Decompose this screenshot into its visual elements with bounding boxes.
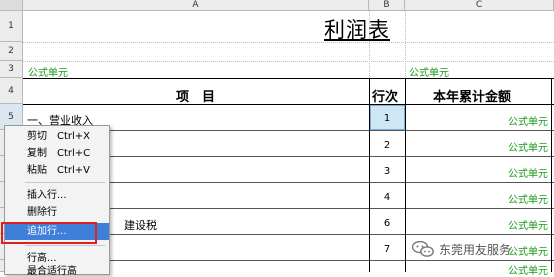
line-number[interactable]: 3: [369, 166, 405, 177]
menu-separator: [25, 245, 105, 246]
row-header-2[interactable]: 2: [0, 42, 23, 61]
highlight-box: [1, 222, 97, 244]
menu-item-delete-row[interactable]: 删除行: [5, 204, 109, 221]
gridline: [23, 42, 554, 43]
formula-cell[interactable]: 公式单元: [405, 139, 548, 154]
menu-item-label: 插入行...: [27, 190, 67, 201]
chat-bubbles-icon: [411, 240, 434, 257]
line-number[interactable]: 7: [369, 244, 405, 255]
header-line-no: 行次: [372, 90, 399, 105]
menu-item-label: 剪切: [27, 131, 47, 142]
line-number[interactable]: 6: [369, 218, 405, 229]
menu-item-paste[interactable]: 粘贴 Ctrl+V: [5, 162, 109, 179]
formula-unit-label-a3[interactable]: 公式单元: [28, 64, 68, 79]
gridline: [23, 61, 554, 62]
watermark: 东莞用友服务: [411, 240, 512, 258]
menu-item-label: 删除行: [27, 207, 57, 218]
menu-item-cut[interactable]: 剪切 Ctrl+X: [5, 128, 109, 145]
table-border: [551, 78, 552, 272]
menu-item-best-fit-row-height[interactable]: 最合适行高: [5, 265, 109, 275]
line-number[interactable]: 2: [369, 140, 405, 151]
column-header-c[interactable]: C: [405, 0, 554, 11]
row-header-1[interactable]: 1: [0, 11, 23, 42]
gridline: [405, 11, 406, 78]
menu-item-label: 最合适行高: [27, 266, 77, 275]
line-number[interactable]: 4: [369, 192, 405, 203]
menu-item-copy[interactable]: 复制 Ctrl+C: [5, 145, 109, 162]
menu-item-label: 粘贴: [27, 165, 47, 176]
formula-cell[interactable]: 公式单元: [405, 165, 548, 180]
menu-item-label: 复制: [27, 148, 47, 159]
column-header-b[interactable]: B: [369, 0, 405, 11]
menu-shortcut: Ctrl+C: [57, 148, 91, 159]
sheet-title: 利润表: [324, 18, 390, 42]
menu-shortcut: Ctrl+V: [57, 165, 91, 176]
select-all-corner[interactable]: [0, 0, 23, 11]
context-menu: 剪切 Ctrl+X 复制 Ctrl+C 粘贴 Ctrl+V 插入行... 删除行…: [4, 125, 110, 275]
formula-cell[interactable]: 公式单元: [405, 113, 548, 128]
watermark-text: 东莞用友服务: [439, 242, 512, 257]
table-border: [23, 78, 554, 79]
formula-cell[interactable]: 公式单元: [405, 191, 548, 206]
header-amount: 本年累计金额: [433, 90, 512, 105]
menu-item-insert-row[interactable]: 插入行...: [5, 187, 109, 204]
formula-cell[interactable]: 公式单元: [405, 262, 548, 277]
row-header-4[interactable]: 4: [0, 78, 23, 104]
formula-cell[interactable]: 公式单元: [405, 217, 548, 232]
row-header-3[interactable]: 3: [0, 61, 23, 78]
formula-unit-label-c3[interactable]: 公式单元: [409, 64, 449, 79]
menu-separator: [25, 182, 105, 183]
line-number[interactable]: 1: [369, 113, 405, 124]
item-tax-partial[interactable]: 建设税: [124, 217, 157, 233]
column-header-a[interactable]: A: [23, 0, 369, 11]
menu-shortcut: Ctrl+X: [57, 131, 91, 142]
header-item: 项 目: [176, 90, 216, 105]
